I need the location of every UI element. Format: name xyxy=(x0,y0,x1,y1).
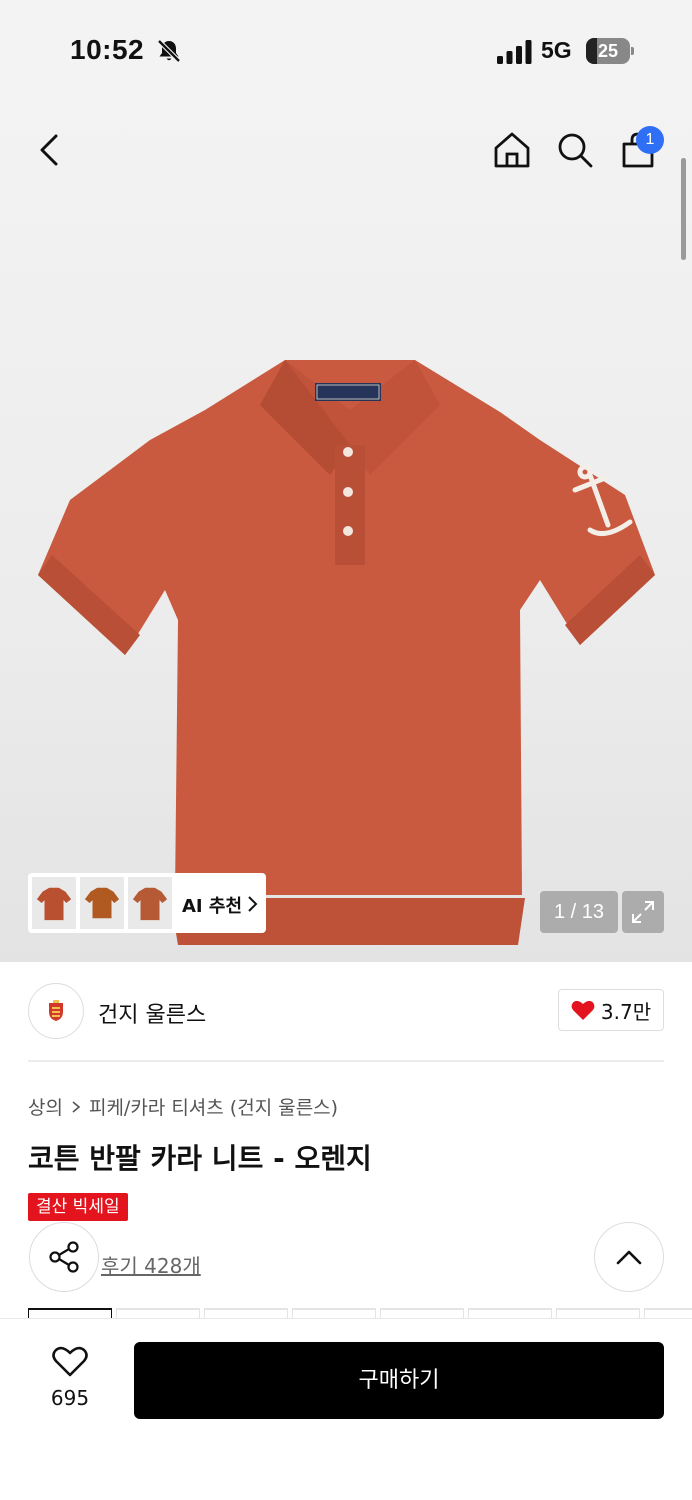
home-icon xyxy=(494,132,530,168)
back-button[interactable] xyxy=(26,126,74,174)
search-button[interactable] xyxy=(551,126,599,174)
status-bar: 10:52 5G 25 xyxy=(0,0,692,100)
brand-like-count: 3.7만 xyxy=(600,999,652,1024)
thumbnail-image xyxy=(36,887,72,921)
heart-outline-icon xyxy=(52,1346,88,1377)
home-button[interactable] xyxy=(488,126,536,174)
signal-icon xyxy=(497,40,532,64)
chevron-up-icon xyxy=(616,1250,642,1265)
thumbnail-1[interactable] xyxy=(32,877,76,929)
thumbnail-2[interactable] xyxy=(80,877,124,929)
chevron-right-icon xyxy=(248,896,258,912)
search-icon xyxy=(558,133,593,168)
brand-crest-icon xyxy=(49,1000,63,1021)
product-image[interactable] xyxy=(30,350,670,950)
breadcrumb: 상의 피케/카라 티셔츠 (건지 울른스) xyxy=(28,1093,338,1120)
thumbnail-image xyxy=(132,887,168,921)
breadcrumb-category[interactable]: 상의 xyxy=(28,1093,63,1120)
status-time: 10:52 xyxy=(70,34,145,65)
chevron-right-icon xyxy=(72,1100,81,1113)
heart-filled-icon xyxy=(571,1000,595,1020)
expand-icon xyxy=(632,901,654,923)
wishlist-button[interactable]: 695 xyxy=(40,1344,100,1414)
product-image-gallery[interactable] xyxy=(0,100,692,962)
wishlist-count: 695 xyxy=(50,1386,90,1410)
sale-badge: 결산 빅세일 xyxy=(28,1193,128,1221)
product-title: 코튼 반팔 카라 니트 - 오렌지 xyxy=(28,1142,372,1175)
review-link[interactable]: 후기 428개 xyxy=(101,1250,201,1279)
battery-level: 25 xyxy=(597,41,619,61)
image-counter: 1 / 13 xyxy=(540,891,618,933)
scroll-top-button[interactable] xyxy=(594,1222,664,1292)
brand-like-button[interactable]: 3.7만 xyxy=(558,989,664,1031)
buy-button[interactable]: 구매하기 xyxy=(134,1342,664,1419)
share-button[interactable] xyxy=(29,1222,99,1292)
breadcrumb-subcategory[interactable]: 피케/카라 티셔츠 (건지 울른스) xyxy=(89,1093,338,1120)
thumbnail-3[interactable] xyxy=(128,877,172,929)
bell-slash-icon xyxy=(157,39,181,63)
network-type: 5G xyxy=(541,37,572,63)
expand-button[interactable] xyxy=(622,891,664,933)
brand-logo[interactable] xyxy=(28,983,84,1039)
brand-name[interactable]: 건지 울른스 xyxy=(98,997,206,1029)
ai-recommend-button[interactable]: AI 추천 xyxy=(28,873,266,933)
battery-icon: 25 xyxy=(586,38,630,64)
ai-recommend-label: AI 추천 xyxy=(182,896,243,917)
cart-count-badge: 1 xyxy=(636,126,664,154)
back-icon xyxy=(40,134,58,166)
page-scrollbar[interactable] xyxy=(681,158,686,260)
thumbnail-image xyxy=(84,887,120,919)
share-icon xyxy=(49,1241,79,1273)
divider xyxy=(28,1060,664,1062)
battery-cap xyxy=(631,47,634,55)
